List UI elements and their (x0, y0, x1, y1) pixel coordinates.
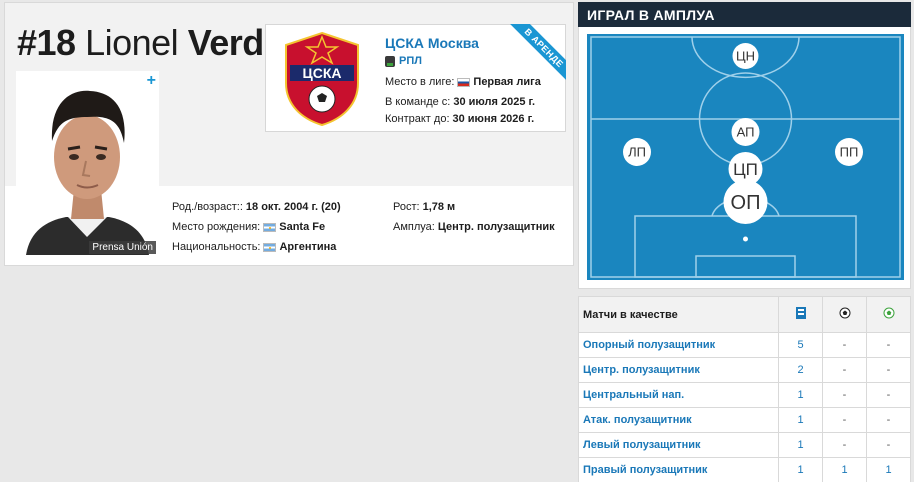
assists-cell: - (866, 382, 911, 408)
pitch-marker-0: ЦН (732, 43, 759, 69)
joined-label: В команде с: (385, 96, 451, 108)
pitch-marker-label: АП (737, 125, 755, 140)
nationality-row: Национальность: Аргентина (172, 237, 341, 257)
pitch-marker-3: ПП (835, 138, 863, 166)
goals-cell: - (822, 357, 867, 383)
table-header-row: Матчи в качестве (578, 296, 911, 333)
league-logo-icon (385, 55, 395, 67)
height-label: Рост: (393, 201, 420, 213)
position-name-link[interactable]: Центр. полузащитник (578, 357, 779, 383)
joined-row: В команде с: 30 июля 2025 г. (385, 96, 535, 108)
club-name-link[interactable]: ЦСКА Москва (385, 35, 479, 51)
positions-pitch-box: ЦН АП ЛП ПП ЦП ОП (578, 27, 911, 289)
positions-panel-title: ИГРАЛ В АМПЛУА (578, 2, 911, 27)
position-value: Центр. полузащитник (437, 221, 555, 233)
contract-label: Контракт до: (385, 113, 450, 125)
matches-as-header: Матчи в качестве (578, 296, 779, 333)
player-first-name: Lionel (85, 22, 179, 63)
player-profile-card: #18 Lionel Verde + Prensa Unión ЦСКА ЦСК… (4, 2, 574, 266)
pitch-marker-label: ЦП (733, 160, 758, 179)
player-name-heading: #18 Lionel Verde (17, 22, 284, 63)
pitch-marker-5: ОП (723, 180, 768, 224)
appearances-cell[interactable]: 2 (778, 357, 823, 383)
appearances-cell[interactable]: 1 (778, 407, 823, 433)
league-link[interactable]: РПЛ (385, 55, 422, 67)
player-facts-left: Род./возраст:: 18 окт. 2004 г. (20) Мест… (172, 197, 341, 257)
position-label: Амплуа: (393, 221, 435, 233)
assists-cell: 1 (866, 457, 911, 482)
height-value: 1,78 м (422, 201, 456, 213)
table-row: Центр. полузащитник 2- - (578, 357, 911, 383)
russia-flag-icon (457, 77, 471, 87)
appearances-cell[interactable]: 1 (778, 432, 823, 458)
goals-cell: - (822, 382, 867, 408)
pitch-marker-label: ЛП (628, 145, 646, 160)
svg-text:ЦСКА: ЦСКА (303, 65, 342, 81)
appearances-cell[interactable]: 1 (778, 457, 823, 482)
nationality-label: Национальность: (172, 241, 261, 253)
assists-cell: - (866, 357, 911, 383)
player-facts-right: Рост: 1,78 м Амплуа: Центр. полузащитник (393, 197, 555, 237)
height-row: Рост: 1,78 м (393, 197, 555, 217)
birthplace-value: Santa Fe (279, 221, 326, 233)
pitch-marker-1: АП (731, 118, 760, 146)
argentina-flag-icon (263, 242, 277, 252)
assists-cell: - (866, 407, 911, 433)
assist-icon (883, 307, 894, 319)
pitch-marker-label: ПП (840, 145, 859, 160)
argentina-flag-icon (263, 222, 277, 232)
assists-column[interactable] (866, 296, 911, 333)
add-photo-icon[interactable]: + (147, 73, 156, 89)
assists-cell: - (866, 432, 911, 458)
position-name-link[interactable]: Центральный нап. (578, 382, 779, 408)
nationality-value[interactable]: Аргентина (279, 241, 336, 253)
player-number: #18 (17, 22, 76, 63)
table-row: Атак. полузащитник 1- - (578, 407, 911, 433)
player-photo[interactable]: + Prensa Unión (16, 71, 159, 255)
club-info-box: ЦСКА ЦСКА Москва РПЛ Место в лиге: Перва… (265, 24, 566, 132)
pitch-marker-label: ЦН (736, 49, 755, 64)
table-row: Правый полузащитник 1 1 1 (578, 457, 911, 482)
goals-cell: - (822, 332, 867, 358)
position-name-link[interactable]: Правый полузащитник (578, 457, 779, 482)
appearances-cell[interactable]: 5 (778, 332, 823, 358)
joined-value: 30 июля 2025 г. (453, 96, 536, 108)
position-name-link[interactable]: Атак. полузащитник (578, 407, 779, 433)
league-name: РПЛ (399, 55, 422, 67)
league-level-label: Место в лиге: (385, 76, 455, 88)
goals-column[interactable] (822, 296, 867, 333)
appearances-cell[interactable]: 1 (778, 382, 823, 408)
table-row: Центральный нап. 1- - (578, 382, 911, 408)
player-portrait (16, 71, 159, 255)
appearances-icon (795, 307, 806, 319)
pitch-marker-label: ОП (731, 192, 761, 214)
goal-icon (839, 307, 850, 319)
appearances-column[interactable] (778, 296, 823, 333)
birth-value[interactable]: 18 окт. 2004 г. (20) (246, 201, 341, 213)
cska-logo-icon[interactable]: ЦСКА (284, 31, 360, 127)
table-row: Левый полузащитник 1- - (578, 432, 911, 458)
table-row: Опорный полузащитник 5- - (578, 332, 911, 358)
position-row: Амплуа: Центр. полузащитник (393, 217, 555, 237)
birth-label: Род./возраст:: (172, 201, 243, 213)
loan-badge: В АРЕНДЕ (503, 24, 566, 89)
position-name-link[interactable]: Опорный полузащитник (578, 332, 779, 358)
birthplace-label: Место рождения: (172, 221, 261, 233)
loan-ribbon: В АРЕНДЕ (496, 24, 566, 94)
positions-table: Матчи в качестве Опорный полузащитник 5 … (578, 296, 911, 482)
birth-row: Род./возраст:: 18 окт. 2004 г. (20) (172, 197, 341, 217)
birthplace-row: Место рождения: Santa Fe (172, 217, 341, 237)
pitch-marker-2: ЛП (623, 138, 651, 166)
photo-credit: Prensa Unión (89, 241, 156, 254)
contract-row: Контракт до: 30 июня 2026 г. (385, 113, 534, 125)
goals-cell: 1 (822, 457, 867, 482)
goals-cell: - (822, 407, 867, 433)
assists-cell: - (866, 332, 911, 358)
contract-value: 30 июня 2026 г. (452, 113, 535, 125)
position-name-link[interactable]: Левый полузащитник (578, 432, 779, 458)
football-pitch: ЦН АП ЛП ПП ЦП ОП (587, 34, 904, 280)
goals-cell: - (822, 432, 867, 458)
